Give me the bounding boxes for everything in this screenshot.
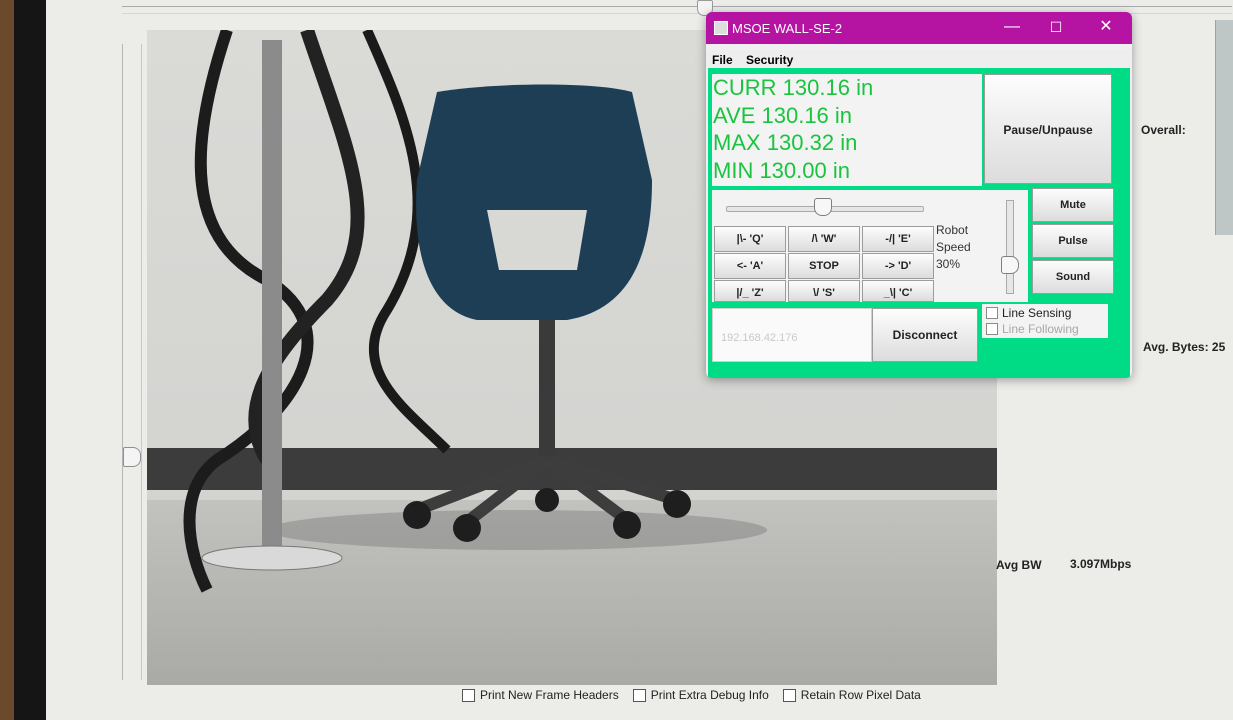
right-side-panel	[1215, 20, 1233, 235]
pause-unpause-button[interactable]: Pause/Unpause	[984, 74, 1112, 184]
avg-bw-value: 3.097Mbps	[1070, 557, 1132, 571]
maximize-button[interactable]: ☐	[1036, 14, 1076, 40]
back-button[interactable]: \/ 'S'	[788, 280, 860, 302]
drive-control-panel: |\- 'Q' /\ 'W' -/| 'E' <- 'A' STOP -> 'D…	[712, 190, 1028, 302]
vertical-slider-thumb[interactable]	[123, 447, 141, 467]
checkbox-box[interactable]	[462, 688, 475, 702]
speed-slider-thumb[interactable]	[1001, 256, 1019, 274]
close-button[interactable]: ✕	[1086, 14, 1126, 40]
max-distance: MAX 130.32 in	[713, 130, 858, 155]
speed-label-line1: Robot	[936, 223, 969, 237]
avg-bytes-label: Avg. Bytes: 25	[1143, 340, 1226, 354]
pulse-button[interactable]: Pulse	[1032, 224, 1114, 258]
robot-control-window: MSOE WALL-SE-2 — ☐ ✕ File Security CURR …	[706, 12, 1132, 378]
retain-row-pixel-checkbox[interactable]: Retain Row Pixel Data	[782, 688, 921, 702]
right-button[interactable]: -> 'D'	[862, 253, 934, 279]
window-titlebar[interactable]: MSOE WALL-SE-2 — ☐ ✕	[706, 12, 1132, 44]
chair-wheel	[453, 514, 481, 542]
steering-slider-thumb[interactable]	[814, 198, 832, 216]
debug-options: Print New Frame Headers Print Extra Debu…	[462, 684, 921, 706]
line-following-checkbox[interactable]: Line Following	[986, 322, 1079, 336]
disconnect-button[interactable]: Disconnect	[872, 308, 978, 362]
chair-wheel	[613, 511, 641, 539]
lamp-base	[201, 545, 343, 571]
chair-post	[539, 320, 555, 460]
checkbox-box[interactable]	[986, 323, 998, 335]
vertical-slider-track[interactable]	[122, 44, 142, 680]
desk-edge	[0, 0, 14, 720]
line-options-panel: Line Sensing Line Following	[982, 304, 1108, 338]
chair-wheel	[663, 490, 691, 518]
app-icon	[714, 21, 728, 35]
overall-label: Overall:	[1141, 123, 1186, 137]
forward-right-button[interactable]: -/| 'E'	[862, 226, 934, 252]
left-button[interactable]: <- 'A'	[714, 253, 786, 279]
chair-wheel	[403, 501, 431, 529]
current-distance: CURR 130.16 in	[713, 75, 874, 100]
speed-label-line2: Speed	[936, 240, 971, 254]
menu-security[interactable]: Security	[746, 53, 793, 67]
checkbox-label: Print Extra Debug Info	[650, 688, 769, 702]
ip-address-input[interactable]	[719, 331, 873, 345]
print-debug-info-checkbox[interactable]: Print Extra Debug Info	[632, 688, 769, 702]
back-right-button[interactable]: _\| 'C'	[862, 280, 934, 302]
average-distance: AVE 130.16 in	[713, 102, 853, 128]
cable-shape	[183, 30, 314, 593]
speed-value: 30%	[936, 257, 961, 271]
checkbox-box[interactable]	[986, 307, 998, 319]
chair-cutout	[487, 210, 587, 270]
checkbox-box[interactable]	[632, 688, 646, 702]
menu-file[interactable]: File	[712, 53, 733, 67]
menu-bar: File Security	[706, 50, 1132, 70]
forward-button[interactable]: /\ 'W'	[788, 226, 860, 252]
forward-left-button[interactable]: |\- 'Q'	[714, 226, 786, 252]
ip-address-field[interactable]	[712, 308, 873, 362]
checkbox-label: Line Following	[1002, 322, 1079, 336]
window-client-area: CURR 130.16 in AVE 130.16 in MAX 130.32 …	[708, 68, 1130, 378]
checkbox-label: Print New Frame Headers	[480, 688, 619, 702]
mute-button[interactable]: Mute	[1032, 188, 1114, 222]
stop-button[interactable]: STOP	[788, 253, 860, 279]
speed-slider-track[interactable]	[1006, 200, 1014, 294]
back-left-button[interactable]: |/_ 'Z'	[714, 280, 786, 302]
sound-button[interactable]: Sound	[1032, 260, 1114, 294]
checkbox-box[interactable]	[782, 688, 796, 702]
min-distance: MIN 130.00 in	[713, 157, 850, 183]
chair-wheel	[535, 488, 559, 512]
minimize-button[interactable]: —	[992, 14, 1032, 40]
distance-readout: CURR 130.16 in AVE 130.16 in MAX 130.32 …	[712, 74, 982, 186]
print-frame-headers-checkbox[interactable]: Print New Frame Headers	[462, 688, 619, 702]
lamp-pole	[262, 40, 282, 560]
checkbox-label: Line Sensing	[1002, 306, 1072, 320]
line-sensing-checkbox[interactable]: Line Sensing	[986, 306, 1071, 320]
window-title: MSOE WALL-SE-2	[732, 21, 843, 36]
chair-back	[416, 84, 652, 320]
monitor-bezel	[14, 0, 46, 720]
avg-bw-label: Avg BW	[996, 558, 1042, 572]
robot-speed-label: Robot Speed 30%	[936, 222, 971, 273]
checkbox-label: Retain Row Pixel Data	[800, 688, 921, 702]
